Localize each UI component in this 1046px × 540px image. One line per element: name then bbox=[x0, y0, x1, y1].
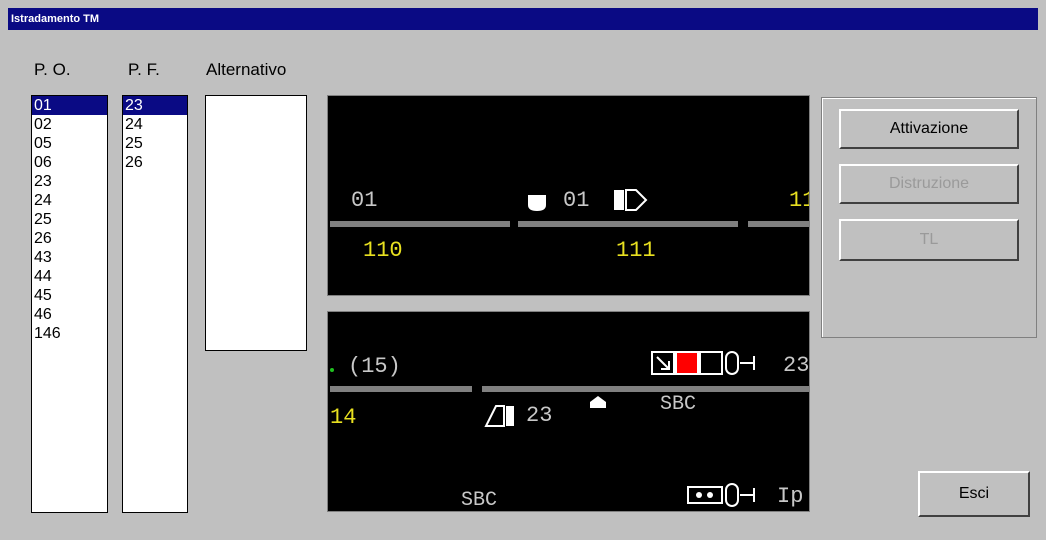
list-item[interactable]: 24 bbox=[123, 115, 187, 134]
red-block bbox=[675, 351, 699, 375]
signal-lamp-icon bbox=[725, 483, 739, 507]
distruzione-button[interactable]: Distruzione bbox=[839, 164, 1019, 204]
track-diagram-bottom bbox=[330, 351, 809, 507]
ip-label: Ip bbox=[777, 484, 804, 509]
list-item[interactable]: 46 bbox=[32, 305, 107, 324]
schematic-panel-top: 01 01 11 110 111 bbox=[327, 95, 810, 296]
list-item[interactable]: 23 bbox=[32, 172, 107, 191]
list-item[interactable]: 25 bbox=[123, 134, 187, 153]
list-item[interactable]: 23 bbox=[123, 96, 187, 115]
list-item[interactable]: 26 bbox=[32, 229, 107, 248]
attivazione-button[interactable]: Attivazione bbox=[839, 109, 1019, 149]
signal-arrow-icon bbox=[625, 189, 648, 211]
diagonal-arrow-icon bbox=[656, 356, 670, 370]
list-item[interactable]: 06 bbox=[32, 153, 107, 172]
list-item[interactable]: 26 bbox=[123, 153, 187, 172]
list-item[interactable]: 02 bbox=[32, 115, 107, 134]
list-item[interactable]: 24 bbox=[32, 191, 107, 210]
signal-icon bbox=[614, 190, 624, 210]
window-title: Istradamento TM bbox=[11, 13, 100, 25]
window-title-bar: Istradamento TM bbox=[8, 8, 1038, 30]
track-label-15: (15) bbox=[348, 354, 401, 379]
signal-label-23: 23 bbox=[526, 403, 553, 428]
track-segment bbox=[518, 221, 738, 227]
alternativo-header: Alternativo bbox=[206, 60, 287, 79]
tl-button[interactable]: TL bbox=[839, 219, 1019, 261]
block-icon bbox=[590, 396, 606, 408]
track-segment bbox=[748, 221, 809, 227]
block-icon bbox=[528, 195, 546, 211]
signal-post-icon bbox=[740, 488, 755, 502]
track-label-01: 01 bbox=[351, 188, 378, 213]
pf-listbox[interactable]: 23 24 25 26 bbox=[122, 95, 188, 513]
list-item[interactable]: 25 bbox=[32, 210, 107, 229]
signal-post-icon bbox=[740, 356, 755, 370]
track-segment bbox=[482, 386, 809, 392]
track-label-14: 14 bbox=[330, 405, 357, 430]
track-segment bbox=[330, 386, 472, 392]
signal-head-icon bbox=[484, 405, 505, 427]
track-segment bbox=[330, 221, 510, 227]
list-item[interactable]: 05 bbox=[32, 134, 107, 153]
track-label-11: 11 bbox=[789, 188, 809, 213]
list-item[interactable]: 43 bbox=[32, 248, 107, 267]
list-item[interactable]: 01 bbox=[32, 96, 107, 115]
sbc-label: SBC bbox=[660, 393, 697, 416]
signal-lamp-icon bbox=[725, 351, 739, 375]
signal-box-icon bbox=[687, 486, 723, 504]
alternativo-listbox[interactable] bbox=[205, 95, 307, 351]
schematic-panel-bottom: (15) 23 14 23 SBC SBC Ip bbox=[327, 311, 810, 512]
pf-header: P. F. bbox=[128, 60, 160, 79]
route-block bbox=[699, 351, 723, 375]
green-dot-icon bbox=[330, 368, 334, 372]
list-item[interactable]: 45 bbox=[32, 286, 107, 305]
track-label-23: 23 bbox=[783, 353, 810, 378]
esci-button[interactable]: Esci bbox=[918, 471, 1030, 517]
po-listbox[interactable]: 01 02 05 06 23 24 25 26 43 44 45 46 146 bbox=[31, 95, 108, 513]
track-label-110: 110 bbox=[363, 238, 403, 263]
signal-icon bbox=[506, 406, 514, 426]
signal-label-01: 01 bbox=[563, 188, 590, 213]
sbc-label: SBC bbox=[461, 489, 498, 512]
list-item[interactable]: 44 bbox=[32, 267, 107, 286]
po-header: P. O. bbox=[34, 60, 71, 79]
list-item[interactable]: 146 bbox=[32, 324, 107, 343]
track-label-111: 111 bbox=[616, 238, 656, 263]
